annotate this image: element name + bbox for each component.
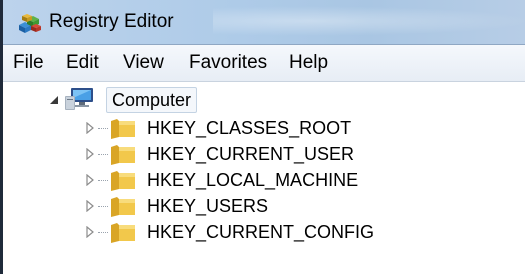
folder-icon bbox=[111, 145, 135, 165]
expand-triangle-icon[interactable] bbox=[84, 148, 96, 160]
tree-node-hkey-users[interactable]: HKEY_USERS bbox=[3, 193, 423, 219]
menu-favorites[interactable]: Favorites bbox=[189, 52, 267, 74]
tree-node-hkey-classes-root[interactable]: HKEY_CLASSES_ROOT bbox=[3, 115, 423, 141]
tree-node-hkey-local-machine[interactable]: HKEY_LOCAL_MACHINE bbox=[3, 167, 423, 193]
tree-connector bbox=[98, 180, 108, 182]
tree-connector bbox=[98, 232, 108, 234]
expand-triangle-icon[interactable] bbox=[84, 200, 96, 212]
tree-node-label[interactable]: HKEY_USERS bbox=[147, 195, 268, 217]
registry-editor-window: Registry Editor File Edit View Favorites… bbox=[0, 0, 525, 274]
menu-view[interactable]: View bbox=[123, 52, 164, 74]
tree-connector bbox=[98, 128, 108, 130]
expand-triangle-icon[interactable] bbox=[84, 226, 96, 238]
tree-node-label[interactable]: HKEY_CLASSES_ROOT bbox=[147, 117, 351, 139]
tree-connector bbox=[98, 154, 108, 156]
expand-triangle-icon[interactable] bbox=[84, 122, 96, 134]
folder-icon bbox=[111, 119, 135, 139]
folder-icon bbox=[111, 171, 135, 191]
tree-node-label-computer[interactable]: Computer bbox=[106, 87, 198, 113]
registry-cubes-icon[interactable] bbox=[17, 11, 43, 33]
tree-node-label[interactable]: HKEY_LOCAL_MACHINE bbox=[147, 169, 358, 191]
menu-file[interactable]: File bbox=[13, 52, 44, 74]
tree-node-label[interactable]: HKEY_CURRENT_CONFIG bbox=[147, 221, 374, 243]
collapse-triangle-icon[interactable] bbox=[48, 94, 60, 106]
tree-node-hkey-current-config[interactable]: HKEY_CURRENT_CONFIG bbox=[3, 219, 423, 245]
tree-node-hkey-current-user[interactable]: HKEY_CURRENT_USER bbox=[3, 141, 423, 167]
tree-node-computer[interactable]: Computer bbox=[3, 82, 263, 116]
window-title: Registry Editor bbox=[49, 11, 174, 32]
menu-help[interactable]: Help bbox=[289, 52, 328, 74]
folder-icon bbox=[111, 223, 135, 243]
computer-icon bbox=[65, 88, 93, 110]
tree-node-label[interactable]: HKEY_CURRENT_USER bbox=[147, 143, 354, 165]
tree-connector bbox=[98, 206, 108, 208]
title-bar[interactable]: Registry Editor bbox=[3, 0, 525, 45]
title-bar-glow bbox=[213, 6, 525, 36]
menu-edit[interactable]: Edit bbox=[66, 52, 99, 74]
expand-triangle-icon[interactable] bbox=[84, 174, 96, 186]
folder-icon bbox=[111, 197, 135, 217]
menu-bar: File Edit View Favorites Help bbox=[3, 45, 525, 82]
registry-tree[interactable]: Computer HKEY_CLASSES_ROOT HKEY_CURRENT_… bbox=[3, 82, 525, 274]
